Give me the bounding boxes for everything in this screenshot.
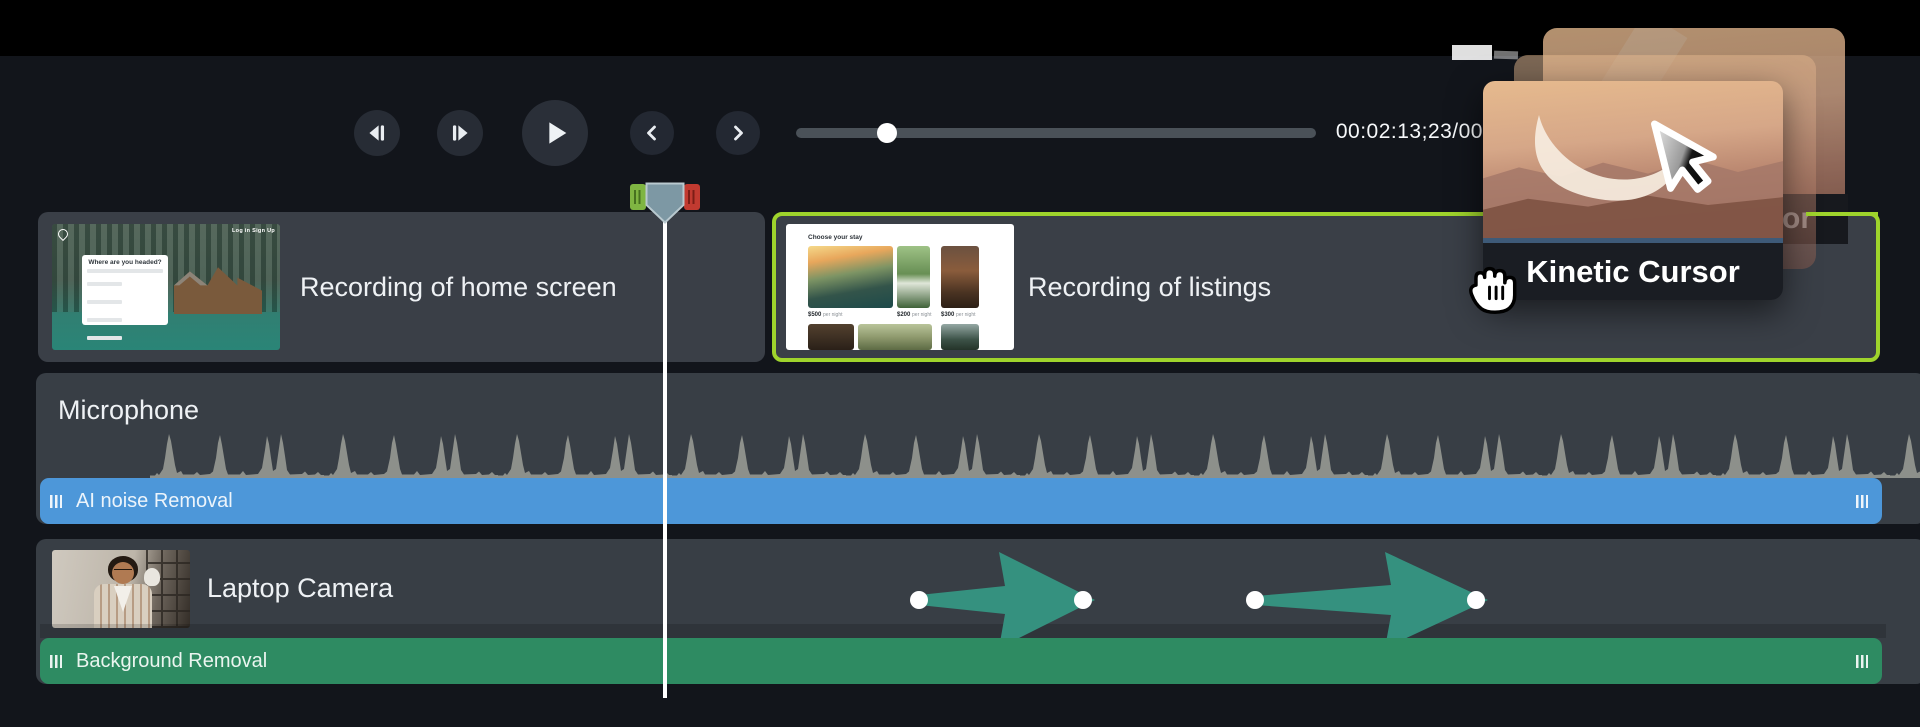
- grip-icon[interactable]: [1856, 655, 1868, 668]
- listing-photo: [808, 246, 893, 308]
- thumb-flowers: [144, 568, 160, 586]
- previous-clip-button[interactable]: [630, 111, 674, 155]
- step-forward-icon: [447, 120, 473, 146]
- card-image: [1483, 81, 1783, 238]
- thumb-search-card: Where are you headed?: [82, 255, 168, 325]
- effect-label: AI noise Removal: [76, 490, 233, 513]
- thumb-field: [87, 300, 122, 304]
- clip-recording-home-screen[interactable]: Log in Sign Up Where are you headed? Rec…: [38, 212, 765, 362]
- track-label: Microphone: [58, 395, 199, 426]
- chevron-left-icon: [640, 121, 664, 145]
- listing-photo: [858, 324, 932, 350]
- animation-arrow[interactable]: [905, 548, 1105, 652]
- zoom-slider-thumb[interactable]: [877, 123, 897, 143]
- listing-price: $200 per night: [897, 312, 932, 318]
- video-editor-timeline: 00:02:13;23/00 Log in Sign Up Where are …: [0, 0, 1920, 727]
- grip-icon[interactable]: [50, 495, 62, 508]
- drag-artifact: [1452, 45, 1492, 60]
- audio-waveform: [150, 428, 1920, 478]
- asset-card-title: Kinetic Cursor: [1483, 238, 1783, 300]
- effect-bar-background-removal[interactable]: Background Removal: [40, 638, 1882, 684]
- effect-bar-ai-noise-removal[interactable]: AI noise Removal: [40, 478, 1882, 524]
- grab-hand-icon: [1462, 258, 1524, 318]
- zoom-slider[interactable]: [796, 128, 1316, 138]
- thumb-heading: Choose your stay: [808, 234, 863, 241]
- clip-thumbnail-home-screen: Log in Sign Up Where are you headed?: [52, 224, 280, 350]
- animation-arrow[interactable]: [1241, 548, 1491, 652]
- listing-price: $500 per night: [808, 312, 843, 318]
- listing-photo: [808, 324, 854, 350]
- chevron-right-icon: [726, 121, 750, 145]
- step-backward-button[interactable]: [354, 110, 400, 156]
- step-backward-icon: [364, 120, 390, 146]
- listing-photo: [897, 246, 930, 308]
- selection-border-highlight: [1806, 212, 1878, 216]
- step-forward-button[interactable]: [437, 110, 483, 156]
- playhead-marker[interactable]: [645, 182, 685, 224]
- thumb-field: [87, 282, 122, 286]
- thumb-field: [87, 318, 122, 322]
- thumb-nav-links: Log in Sign Up: [232, 228, 275, 234]
- track-label: Laptop Camera: [207, 573, 393, 604]
- playhead-in-handle[interactable]: [630, 184, 646, 210]
- play-button[interactable]: [522, 100, 588, 166]
- effect-label: Background Removal: [76, 650, 267, 673]
- clip-thumbnail-listings: Choose your stay $500 per night $200 per…: [786, 224, 1014, 350]
- timecode-display: 00:02:13;23/00: [1336, 120, 1483, 144]
- clip-label: Recording of listings: [1028, 272, 1271, 303]
- playhead-line[interactable]: [663, 219, 667, 698]
- listing-price: $300 per night: [941, 312, 976, 318]
- asset-card-kinetic-cursor[interactable]: Kinetic Cursor: [1483, 81, 1783, 300]
- thumb-field: [87, 336, 122, 340]
- thumb-person-glasses: [114, 569, 132, 575]
- thumb-heading: Where are you headed?: [87, 259, 163, 266]
- grip-icon: [688, 190, 696, 204]
- grip-icon[interactable]: [1856, 495, 1868, 508]
- clip-label: Recording of home screen: [300, 272, 617, 303]
- play-icon: [538, 116, 572, 150]
- thumb-shelf: [146, 550, 190, 628]
- next-clip-button[interactable]: [716, 111, 760, 155]
- grip-icon: [634, 190, 642, 204]
- grip-icon[interactable]: [50, 655, 62, 668]
- listing-photo: [941, 246, 979, 308]
- listing-photo: [941, 324, 979, 350]
- playhead-out-handle[interactable]: [684, 184, 700, 210]
- clip-thumbnail-camera: [52, 550, 190, 628]
